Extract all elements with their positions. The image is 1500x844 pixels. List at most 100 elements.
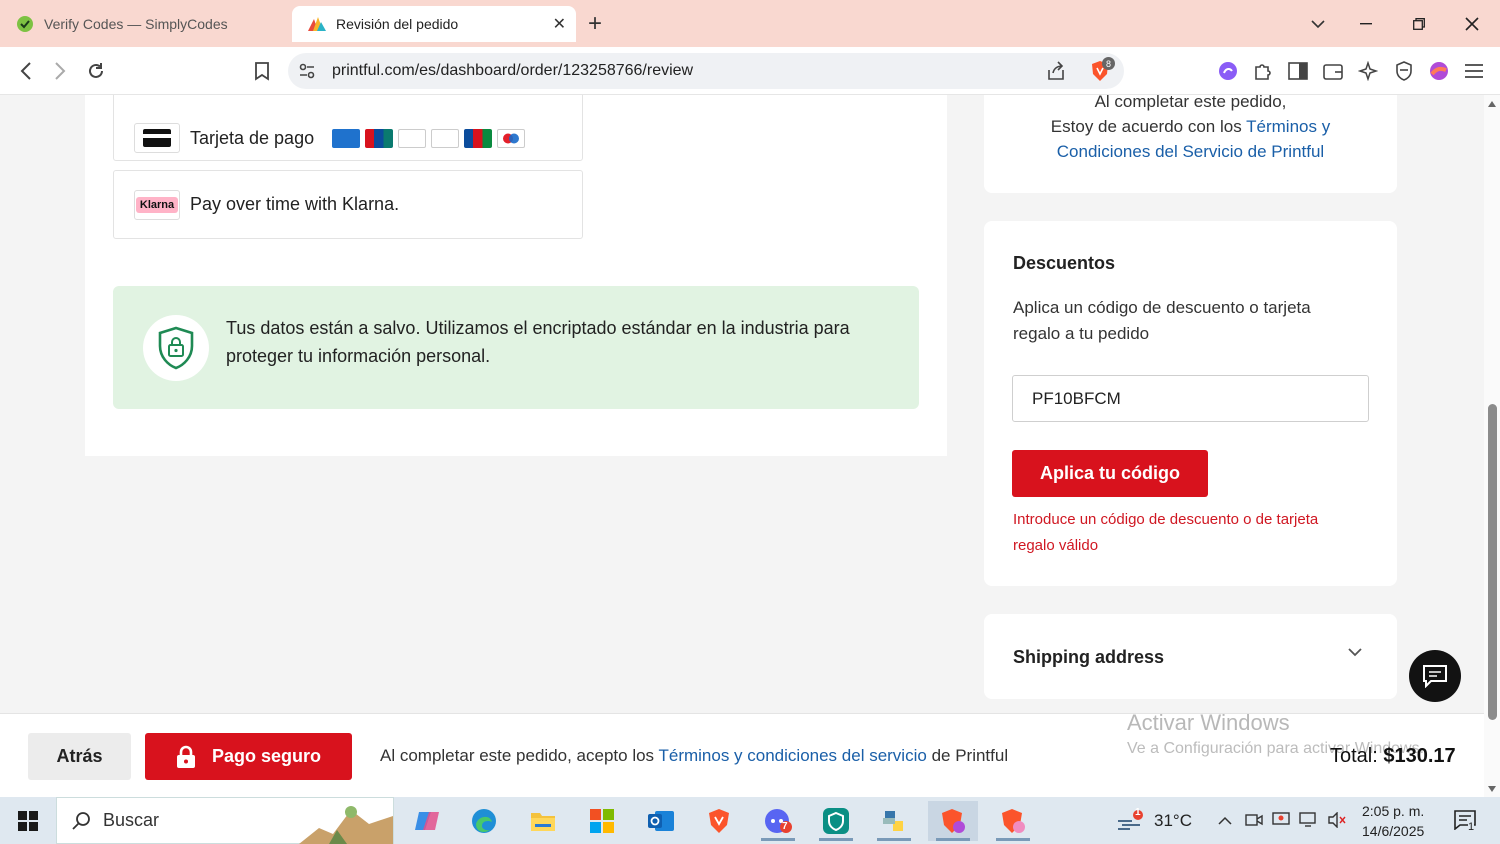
page-scrollbar[interactable] — [1484, 95, 1500, 797]
screen-share-icon[interactable] — [1270, 809, 1292, 831]
system-clock[interactable]: 2:05 p. m. 14/6/2025 — [1362, 801, 1424, 841]
discount-error-message: Introduce un código de descuento o de ta… — [1013, 511, 1319, 554]
back-button[interactable]: Atrás — [28, 733, 131, 780]
activate-windows-title: Activar Windows — [1127, 710, 1290, 735]
terms-text: Al completar este pedido, Estoy de acuer… — [984, 95, 1397, 164]
running-indicator — [761, 838, 795, 841]
windows-taskbar: Buscar 7 1 31°C 2:05 p. m. 14/6/2025 1 — [0, 797, 1500, 844]
shield-lock-icon — [143, 315, 209, 381]
clock-time: 2:05 p. m. — [1362, 803, 1425, 819]
payment-option-klarna[interactable]: Klarna Pay over time with Klarna. — [113, 170, 583, 239]
notification-count: 1 — [1468, 821, 1475, 833]
weather-icon[interactable]: 1 — [1116, 807, 1146, 836]
vpn-shield-icon[interactable] — [1386, 47, 1422, 95]
search-placeholder: Buscar — [103, 810, 160, 830]
forward-nav-icon[interactable] — [42, 47, 78, 95]
brave-app-icon[interactable] — [694, 801, 744, 841]
amex-icon — [332, 128, 361, 148]
scroll-up-icon[interactable] — [1487, 100, 1497, 108]
brave-window-active-icon[interactable] — [928, 801, 978, 841]
new-tab-button[interactable]: + — [588, 10, 602, 38]
footer-terms-link[interactable]: Términos y condiciones del servicio — [658, 746, 926, 765]
shipping-title: Shipping address — [1013, 647, 1165, 667]
file-explorer-app-icon[interactable] — [518, 801, 568, 841]
footer-terms-prefix: Al completar este pedido, acepto los — [380, 746, 655, 765]
payment-option-card[interactable]: Tarjeta de pago — [113, 95, 583, 161]
tab-order-review[interactable]: Revisión del pedido ✕ — [292, 6, 576, 42]
notifications-icon[interactable]: 1 — [1452, 809, 1478, 833]
browser-toolbar: printful.com/es/dashboard/order/12325876… — [0, 47, 1500, 95]
extensions-icon[interactable] — [1245, 47, 1281, 95]
checkout-footer: Atrás Pago seguro Al completar este pedi… — [0, 710, 1484, 797]
bookmark-icon[interactable] — [244, 47, 280, 95]
shipping-address-card[interactable]: Shipping address — [984, 614, 1397, 699]
running-indicator — [819, 838, 853, 841]
tab-list-chevron-down-icon[interactable] — [1292, 0, 1344, 47]
show-hidden-icons-chevron-up-icon[interactable] — [1214, 809, 1236, 831]
site-settings-icon[interactable] — [298, 62, 316, 85]
microsoft-store-app-icon[interactable] — [577, 801, 627, 841]
copilot-app-icon[interactable] — [401, 801, 451, 841]
lock-icon — [176, 745, 195, 768]
temperature: 31°C — [1154, 811, 1192, 830]
tab-verify-codes[interactable]: Verify Codes — SimplyCodes — [0, 6, 288, 42]
credit-card-icon — [134, 123, 180, 153]
brave-profile-window-icon[interactable] — [988, 801, 1038, 841]
scroll-down-icon[interactable] — [1487, 785, 1497, 793]
klarna-logo-icon: Klarna — [134, 189, 180, 220]
chat-support-button[interactable] — [1409, 650, 1461, 702]
discount-code-input[interactable] — [1012, 375, 1369, 422]
address-bar[interactable]: printful.com/es/dashboard/order/12325876… — [288, 53, 1124, 89]
search-icon — [72, 811, 90, 830]
running-indicator — [877, 838, 911, 841]
profile-avatar[interactable] — [1421, 47, 1457, 95]
jcb-icon — [464, 128, 493, 148]
footer-terms-suffix: de Printful — [931, 746, 1009, 765]
close-window-button[interactable] — [1446, 0, 1498, 47]
printful-favicon-icon — [308, 15, 326, 33]
security-text: Tus datos están a salvo. Utilizamos el e… — [226, 318, 850, 366]
footer-terms: Al completar este pedido, acepto los Tér… — [380, 746, 1008, 766]
tab-close-icon[interactable]: ✕ — [553, 14, 566, 34]
network-icon[interactable] — [1298, 809, 1320, 831]
restore-button[interactable] — [1393, 0, 1445, 47]
chat-bubble-icon — [1423, 665, 1447, 688]
terms-card: Al completar este pedido, Estoy de acuer… — [984, 95, 1397, 193]
chevron-down-icon[interactable] — [1348, 644, 1362, 662]
total-value: $130.17 — [1383, 745, 1456, 767]
card-brands — [332, 128, 530, 148]
terms-line2: Estoy de acuerdo con los — [1050, 117, 1242, 136]
secure-pay-button[interactable]: Pago seguro — [145, 733, 352, 780]
share-icon[interactable] — [1046, 61, 1066, 86]
back-nav-icon[interactable] — [8, 47, 44, 95]
running-indicator — [996, 838, 1030, 841]
weather-badge: 1 — [1135, 807, 1141, 818]
secure-pay-label: Pago seguro — [211, 746, 322, 766]
scrollbar-thumb[interactable] — [1488, 404, 1497, 720]
vpn-app-icon[interactable] — [811, 801, 861, 841]
edge-app-icon[interactable] — [459, 801, 509, 841]
brave-shields-icon[interactable]: 8 — [1088, 57, 1115, 88]
wallet-icon[interactable] — [1315, 47, 1351, 95]
menu-hamburger-icon[interactable] — [1456, 47, 1492, 95]
tab-strip: Verify Codes — SimplyCodes Revisión del … — [0, 0, 1500, 47]
search-highlight-illustration-icon — [299, 806, 393, 844]
minimize-button[interactable] — [1340, 0, 1392, 47]
sidebar-toggle-icon[interactable] — [1280, 47, 1316, 95]
discounts-description: Aplica un código de descuento o tarjeta … — [1013, 298, 1311, 343]
simplycodes-favicon-icon — [16, 15, 34, 33]
page-content: Tarjeta de pago Klarna Pay over time wit… — [0, 95, 1484, 713]
taskbar-search[interactable]: Buscar — [56, 797, 394, 844]
python-app-icon[interactable] — [869, 801, 919, 841]
leo-ai-icon[interactable] — [1210, 47, 1246, 95]
discounts-title: Descuentos — [1013, 253, 1116, 273]
apply-code-button[interactable]: Aplica tu código — [1012, 450, 1208, 497]
windows-start-icon[interactable] — [0, 797, 56, 844]
volume-muted-icon[interactable] — [1326, 809, 1348, 831]
discounts-card: Descuentos Aplica un código de descuento… — [984, 221, 1397, 586]
outlook-app-icon[interactable] — [636, 801, 686, 841]
reload-icon[interactable] — [78, 47, 114, 95]
meet-camera-icon[interactable] — [1243, 809, 1265, 831]
discord-app-icon[interactable]: 7 — [753, 801, 803, 841]
sparkle-icon[interactable] — [1350, 47, 1386, 95]
